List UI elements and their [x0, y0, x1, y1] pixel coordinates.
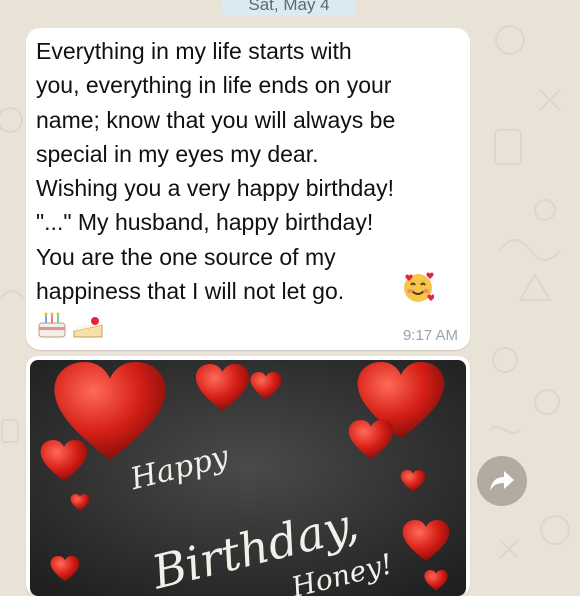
smiling-face-with-hearts-icon — [404, 272, 434, 302]
message-time: 9:17 AM — [402, 327, 458, 344]
cake-emojis-icon — [38, 312, 103, 338]
message-text: Everything in my life starts with you, e… — [36, 38, 396, 305]
forward-button[interactable] — [477, 456, 527, 506]
birthday-cake-icon — [38, 312, 66, 338]
forward-icon — [490, 471, 514, 491]
image-message-bubble[interactable]: Happy Birthday, Honey! — [26, 356, 470, 596]
date-chip: Sat, May 4 — [222, 0, 356, 16]
shortcake-icon — [73, 317, 103, 338]
date-chip-label: Sat, May 4 — [248, 0, 330, 14]
birthday-card-image[interactable]: Happy Birthday, Honey! — [30, 360, 466, 596]
message-bubble[interactable]: Everything in my life starts with you, e… — [26, 28, 470, 350]
